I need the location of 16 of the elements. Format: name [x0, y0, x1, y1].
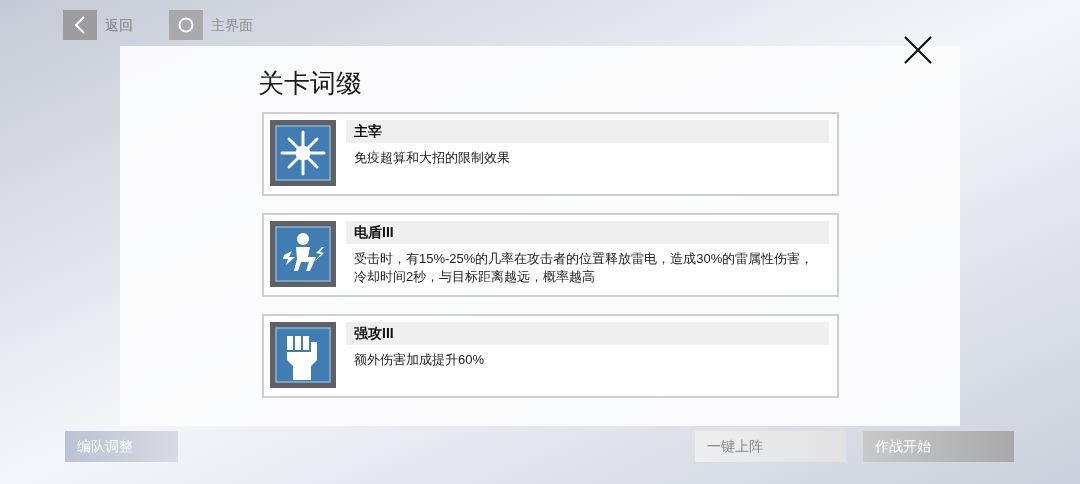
home-button[interactable]: 主界面	[169, 10, 253, 40]
dialog-title: 关卡词缀	[258, 67, 362, 100]
circle-icon	[178, 17, 194, 33]
starburst-icon	[270, 120, 336, 186]
fist-icon	[270, 322, 336, 388]
affix-name: 主宰	[346, 120, 829, 143]
affix-description: 免疫超算和大招的限制效果	[353, 149, 511, 167]
affix-description: 受击时，有15%-25%的几率在攻击者的位置释放雷电，造成30%的雷属性伤害，冷却时间2秒，与目标距离越远，概率越高	[353, 250, 815, 286]
affix-name: 强攻III	[346, 322, 829, 345]
close-icon	[903, 35, 933, 65]
affix-description: 额外伤害加成提升60%	[353, 351, 486, 369]
action-button[interactable]: 一键上阵	[695, 431, 846, 462]
lightning-figure-icon	[270, 221, 336, 287]
chevron-left-icon	[74, 16, 86, 34]
back-button[interactable]: 返回	[63, 10, 133, 40]
affix-name: 电盾III	[346, 221, 829, 244]
